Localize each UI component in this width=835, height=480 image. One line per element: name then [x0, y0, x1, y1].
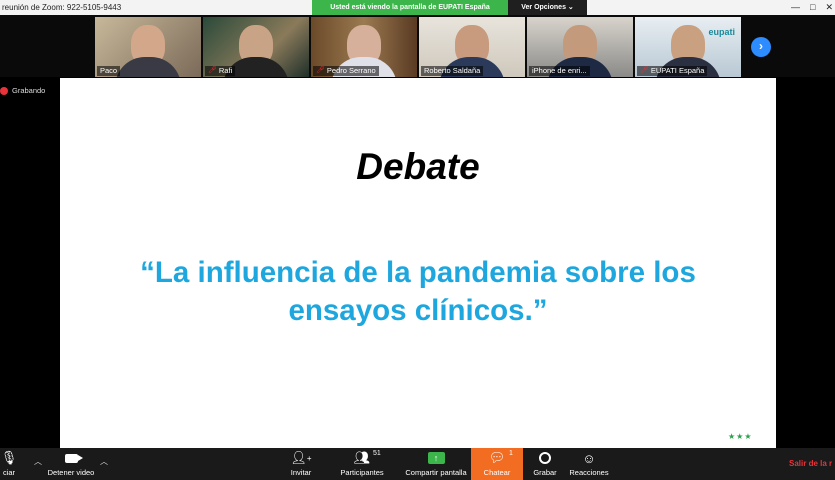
chat-unread-badge: 1 [509, 450, 513, 457]
window-title: reunión de Zoom: 922-5105-9443 [2, 3, 122, 12]
video-options-chevron-icon[interactable]: ︿ [100, 456, 108, 467]
participant-name: 🎤︎ Pedro Serrano [313, 66, 379, 76]
audio-options-chevron-icon[interactable]: ︿ [34, 456, 42, 467]
eupati-stars-logo: ★★★ [728, 432, 753, 441]
mic-muted-icon: 🎤︎ [208, 67, 217, 74]
leave-meeting-button[interactable]: Salir de la r [789, 459, 832, 468]
window-controls: — □ ✕ [791, 0, 833, 15]
mic-muted-icon: 🎤︎ [640, 67, 649, 74]
microphone-icon: 🎙︎ [0, 450, 18, 465]
shared-slide: Debate “La influencia de la pandemia sob… [60, 78, 776, 448]
participant-name: Roberto Saldaña [421, 66, 484, 76]
participants-count: 51 [373, 450, 381, 457]
next-page-arrow-icon[interactable]: › [751, 37, 771, 57]
minimize-button[interactable]: — [791, 0, 800, 15]
slide-title: Debate [356, 146, 480, 187]
close-button[interactable]: ✕ [825, 0, 833, 15]
recording-indicator: Grabando [0, 86, 45, 95]
invite-button[interactable]: 👤︎ + Invitar [284, 448, 318, 480]
stop-video-button[interactable]: Detener video [44, 448, 98, 480]
smiley-plus-icon: ☺︎ [582, 450, 596, 466]
participant-strip: Paco 🎤︎ Rafi 🎤︎ Pedro Serrano Roberto Sald… [0, 15, 835, 77]
add-user-icon: 👤︎ [290, 450, 307, 465]
slide-quote: “La influencia de la pandemia sobre los … [140, 256, 696, 327]
share-screen-button[interactable]: ↑ Compartir pantalla [400, 448, 472, 480]
participants-icon: 👥︎ [353, 450, 371, 465]
mic-muted-icon: 🎤︎ [316, 67, 325, 74]
participant-thumb-active-speaker[interactable]: iPhone de enri... [527, 17, 633, 77]
participant-thumb[interactable]: 🎤︎ Rafi [203, 17, 309, 77]
participant-thumb[interactable]: Roberto Saldaña [419, 17, 525, 77]
chat-bubble-icon: 💬︎ [488, 450, 506, 465]
participant-name: 🎤︎ Rafi [205, 66, 236, 76]
reactions-button[interactable]: ☺︎ Reacciones [566, 448, 612, 480]
video-camera-icon [64, 453, 83, 463]
screen-share-banner: Usted está viendo la pantalla de EUPATI … [312, 0, 587, 15]
recording-label: Grabando [12, 86, 46, 95]
participant-name: 🎤︎ EUPATI España [637, 66, 708, 76]
participant-thumb[interactable]: Paco [95, 17, 201, 77]
record-icon [539, 452, 551, 464]
participant-thumb[interactable]: 🎤︎ Pedro Serrano [311, 17, 417, 77]
participant-name: Paco [97, 66, 121, 76]
participant-thumb[interactable]: eupati 🎤︎ EUPATI España [635, 17, 741, 77]
share-screen-icon: ↑ [427, 452, 445, 464]
record-button[interactable]: Grabar [529, 448, 561, 480]
maximize-button[interactable]: □ [810, 0, 815, 15]
recording-dot-icon [0, 86, 8, 95]
audio-button[interactable]: 🎙︎ ciar [0, 448, 18, 480]
participant-name: iPhone de enri... [529, 66, 590, 76]
eupati-banner-text: eupati [708, 27, 735, 37]
share-message: Usted está viendo la pantalla de EUPATI … [312, 0, 508, 15]
meeting-toolbar: 🎙︎ ciar ︿ Detener video ︿ 👤︎ + Invitar 👥︎… [0, 448, 835, 480]
view-options-button[interactable]: Ver Opciones ⌄ [508, 0, 587, 15]
chat-button[interactable]: 💬︎ Chatear [471, 448, 523, 480]
